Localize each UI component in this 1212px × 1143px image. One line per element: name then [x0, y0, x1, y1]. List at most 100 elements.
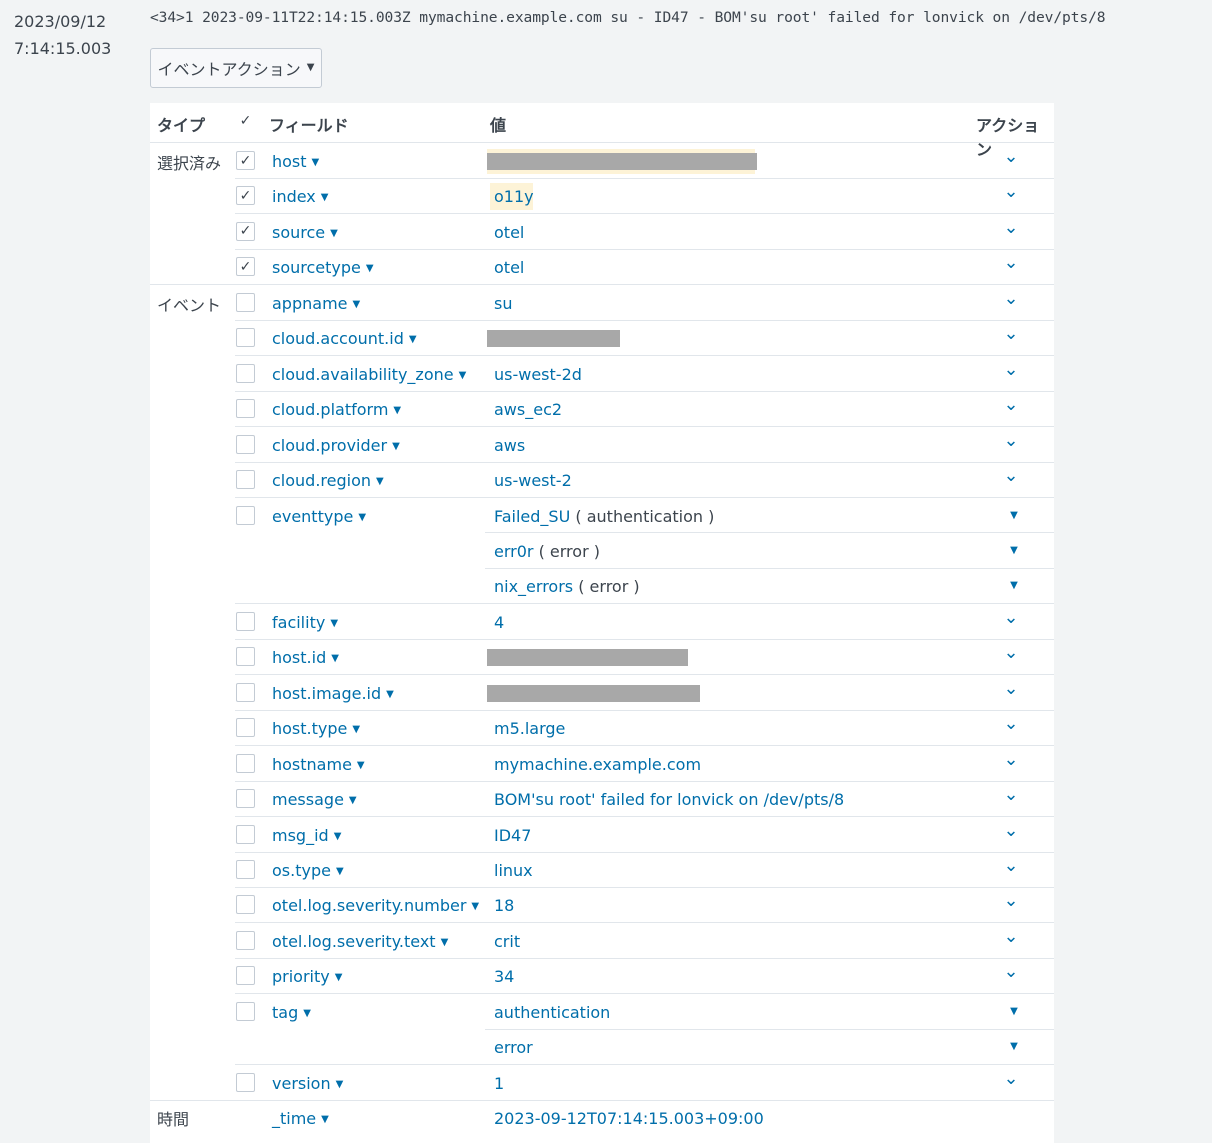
field-checkbox[interactable]: [236, 399, 255, 419]
field-checkbox[interactable]: [236, 292, 255, 312]
field-value[interactable]: o11y: [494, 187, 534, 206]
field-checkbox[interactable]: [236, 647, 255, 667]
field-name[interactable]: tag ▼: [272, 1003, 311, 1022]
chevron-down-icon[interactable]: ⌄: [1002, 784, 1020, 805]
field-value[interactable]: 34: [494, 967, 514, 986]
field-value[interactable]: err0r ( error ): [494, 542, 600, 561]
chevron-down-icon[interactable]: ⌄: [1002, 713, 1020, 734]
chevron-down-icon[interactable]: ⌄: [1002, 181, 1020, 202]
chevron-down-icon[interactable]: ⌄: [1002, 820, 1020, 841]
chevron-down-icon[interactable]: ⌄: [1002, 359, 1020, 380]
field-value[interactable]: ID47: [494, 826, 531, 845]
field-checkbox[interactable]: [236, 682, 255, 702]
chevron-down-icon[interactable]: ⌄: [1002, 678, 1020, 699]
field-name[interactable]: sourcetype ▼: [272, 258, 374, 277]
field-value[interactable]: authentication: [494, 1003, 610, 1022]
field-name[interactable]: host.type ▼: [272, 719, 360, 738]
field-value[interactable]: us-west-2: [494, 471, 572, 490]
chevron-down-icon[interactable]: ⌄: [1002, 252, 1020, 273]
select-all-checkbox[interactable]: ✓: [236, 111, 255, 130]
field-checkbox[interactable]: [236, 363, 255, 383]
field-value[interactable]: otel: [494, 258, 524, 277]
field-name[interactable]: _time ▼: [272, 1109, 329, 1128]
field-name[interactable]: host.image.id ▼: [272, 684, 394, 703]
field-value[interactable]: otel: [494, 223, 524, 242]
caret-down-icon[interactable]: ▼: [1005, 1006, 1023, 1017]
field-value[interactable]: crit: [494, 932, 520, 951]
chevron-down-icon[interactable]: ⌄: [1002, 217, 1020, 238]
field-name[interactable]: otel.log.severity.text ▼: [272, 932, 448, 951]
field-name[interactable]: cloud.provider ▼: [272, 436, 400, 455]
field-checkbox[interactable]: [236, 470, 255, 490]
field-name[interactable]: host ▼: [272, 152, 319, 171]
field-checkbox[interactable]: [236, 611, 255, 631]
chevron-down-icon[interactable]: ⌄: [1002, 394, 1020, 415]
field-checkbox[interactable]: ✓: [236, 186, 255, 206]
field-value[interactable]: su: [494, 294, 512, 313]
event-actions-button[interactable]: イベントアクション ▼: [150, 48, 322, 88]
field-name[interactable]: eventtype ▼: [272, 507, 366, 526]
field-checkbox[interactable]: ✓: [236, 151, 255, 170]
field-checkbox[interactable]: ✓: [236, 257, 255, 277]
field-value[interactable]: 1: [494, 1074, 504, 1093]
field-checkbox[interactable]: [236, 753, 255, 773]
field-value[interactable]: BOM'su root' failed for lonvick on /dev/…: [494, 790, 844, 809]
chevron-down-icon[interactable]: ⌄: [1002, 607, 1020, 628]
field-value[interactable]: aws_ec2: [494, 400, 562, 419]
field-name[interactable]: appname ▼: [272, 294, 360, 313]
chevron-down-icon[interactable]: ⌄: [1002, 430, 1020, 451]
chevron-down-icon[interactable]: ⌄: [1002, 890, 1020, 911]
field-checkbox[interactable]: [236, 505, 255, 525]
field-name[interactable]: cloud.account.id ▼: [272, 329, 417, 348]
caret-down-icon[interactable]: ▼: [1005, 510, 1023, 521]
field-name[interactable]: message ▼: [272, 790, 357, 809]
field-value[interactable]: 2023-09-12T07:14:15.003+09:00: [494, 1109, 764, 1128]
chevron-down-icon[interactable]: ⌄: [1002, 855, 1020, 876]
chevron-down-icon[interactable]: ⌄: [1002, 465, 1020, 486]
field-value[interactable]: nix_errors ( error ): [494, 577, 640, 596]
field-value[interactable]: error: [494, 1038, 533, 1057]
field-checkbox[interactable]: [236, 966, 255, 986]
field-checkbox[interactable]: [236, 1072, 255, 1092]
chevron-down-icon[interactable]: ⌄: [1002, 961, 1020, 982]
field-checkbox[interactable]: [236, 824, 255, 844]
field-checkbox[interactable]: [236, 434, 255, 454]
field-name[interactable]: version ▼: [272, 1074, 343, 1093]
field-name[interactable]: host.id ▼: [272, 648, 339, 667]
field-value[interactable]: linux: [494, 861, 533, 880]
field-name[interactable]: cloud.region ▼: [272, 471, 384, 490]
chevron-down-icon[interactable]: ⌄: [1002, 323, 1020, 344]
chevron-down-icon[interactable]: ⌄: [1002, 1068, 1020, 1089]
field-value[interactable]: mymachine.example.com: [494, 755, 701, 774]
field-name[interactable]: index ▼: [272, 187, 328, 206]
field-checkbox[interactable]: [236, 328, 255, 348]
field-name[interactable]: priority ▼: [272, 967, 342, 986]
caret-down-icon[interactable]: ▼: [1005, 545, 1023, 556]
chevron-down-icon[interactable]: ⌄: [1002, 642, 1020, 663]
chevron-down-icon[interactable]: ⌄: [1002, 749, 1020, 770]
field-checkbox[interactable]: ✓: [236, 221, 255, 241]
field-checkbox[interactable]: [236, 789, 255, 809]
field-name[interactable]: otel.log.severity.number ▼: [272, 896, 479, 915]
field-name[interactable]: facility ▼: [272, 613, 338, 632]
field-value[interactable]: 18: [494, 896, 514, 915]
field-value[interactable]: Failed_SU ( authentication ): [494, 507, 714, 526]
chevron-down-icon[interactable]: ⌄: [1002, 288, 1020, 309]
field-name[interactable]: msg_id ▼: [272, 826, 341, 845]
field-value[interactable]: aws: [494, 436, 525, 455]
chevron-down-icon[interactable]: ⌄: [1002, 926, 1020, 947]
field-value[interactable]: us-west-2d: [494, 365, 582, 384]
field-checkbox[interactable]: [236, 1001, 255, 1021]
field-name[interactable]: source ▼: [272, 223, 338, 242]
field-checkbox[interactable]: [236, 930, 255, 950]
chevron-down-icon[interactable]: ⌄: [1002, 146, 1020, 167]
field-name[interactable]: os.type ▼: [272, 861, 344, 880]
field-name[interactable]: cloud.platform ▼: [272, 400, 401, 419]
field-checkbox[interactable]: [236, 860, 255, 879]
caret-down-icon[interactable]: ▼: [1005, 580, 1023, 591]
field-name[interactable]: hostname ▼: [272, 755, 365, 774]
field-value[interactable]: m5.large: [494, 719, 565, 738]
caret-down-icon[interactable]: ▼: [1005, 1041, 1023, 1052]
field-name[interactable]: cloud.availability_zone ▼: [272, 365, 466, 384]
field-value[interactable]: 4: [494, 613, 504, 632]
